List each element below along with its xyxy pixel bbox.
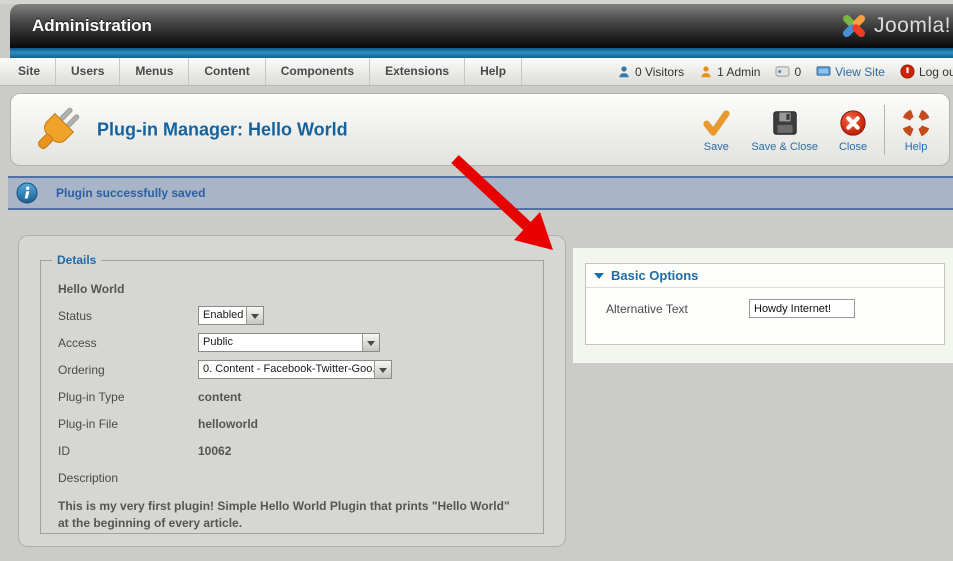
save-button-label: Save — [703, 140, 729, 153]
plugin-type-label: Plug-in Type — [58, 389, 125, 404]
details-legend: Details — [57, 253, 97, 267]
floppy-disk-icon — [772, 110, 797, 135]
page-title: Administration — [32, 16, 152, 35]
plugin-manager-icon — [37, 107, 80, 150]
close-x-icon — [840, 109, 866, 136]
success-message-bar: Plugin successfully saved — [8, 176, 953, 210]
chevron-down-icon — [594, 272, 604, 279]
menu-item-site[interactable]: Site — [3, 58, 57, 85]
toolbar: Plug-in Manager: Hello World Save Save &… — [10, 93, 950, 166]
plugin-name-row: Hello World — [41, 275, 543, 302]
plugin-id-value: 10062 — [198, 443, 232, 458]
log-out-label: Log out — [918, 64, 953, 79]
toolbar-separator — [884, 105, 885, 155]
visitors-person-icon — [619, 65, 629, 77]
menu-item-content[interactable]: Content — [189, 58, 266, 85]
save-and-close-button-label: Save & Close — [751, 140, 818, 153]
log-out-link[interactable]: Log out — [900, 64, 953, 79]
basic-options-header[interactable]: Basic Options — [586, 264, 944, 288]
plugin-file-row: Plug-in File helloworld — [41, 410, 543, 437]
admin-count: 1 Admin — [717, 64, 761, 79]
joomla-admin-page: { "header": { "title": "Administration",… — [0, 0, 953, 561]
messages-status[interactable]: 0 — [775, 65, 801, 79]
access-select[interactable]: Public — [198, 333, 380, 352]
save-button[interactable]: Save — [691, 108, 741, 153]
ordering-row: Ordering 0. Content - Facebook-Twitter-G… — [41, 356, 543, 383]
menu-item-help[interactable]: Help — [465, 58, 523, 85]
main-menubar: Site Users Menus Content Components Exte… — [0, 58, 953, 86]
plugin-type-value: content — [198, 389, 242, 404]
help-lifebuoy-icon — [901, 108, 931, 137]
description-label: Description — [58, 470, 119, 485]
success-message-text: Plugin successfully saved — [56, 186, 206, 200]
visitors-count: 0 Visitors — [634, 64, 685, 79]
details-fieldset: Details Hello World Status Enabled Acces… — [40, 253, 544, 534]
close-button-label: Close — [838, 140, 868, 153]
joomla-logo: Joomla! — [839, 11, 951, 41]
status-select-value: Enabled — [203, 309, 244, 321]
save-check-icon — [703, 109, 730, 136]
statusbar: 0 Visitors 1 Admin 0 View Site Log ou — [602, 58, 953, 85]
basic-options-title: Basic Options — [611, 268, 699, 283]
alternative-text-row: Alternative Text — [586, 299, 944, 318]
alternative-text-input[interactable] — [749, 299, 855, 318]
info-icon — [16, 182, 38, 204]
plugin-file-label: Plug-in File — [58, 416, 119, 431]
access-select-arrow-icon[interactable] — [362, 334, 379, 351]
admin-status: 1 Admin — [699, 65, 760, 79]
help-button-label: Help — [904, 140, 928, 153]
admin-person-icon — [701, 65, 711, 77]
ordering-select-arrow-icon[interactable] — [374, 361, 391, 378]
plugin-type-row: Plug-in Type content — [41, 383, 543, 410]
joomla-logo-text: Joomla! — [873, 14, 951, 37]
view-site-link[interactable]: View Site — [816, 65, 885, 79]
header-blue-bar — [10, 48, 953, 58]
messages-count: 0 — [794, 64, 802, 79]
menu-item-users[interactable]: Users — [56, 58, 121, 85]
menu-item-menus[interactable]: Menus — [120, 58, 190, 85]
status-row: Status Enabled — [41, 302, 543, 329]
plugin-file-value: helloworld — [198, 416, 258, 431]
view-site-monitor-icon — [816, 66, 831, 76]
log-out-icon — [900, 64, 915, 79]
help-button[interactable]: Help — [891, 108, 941, 153]
status-label: Status — [58, 308, 93, 323]
alternative-text-label: Alternative Text — [606, 301, 688, 316]
details-panel: Details Hello World Status Enabled Acces… — [18, 235, 566, 547]
status-select[interactable]: Enabled — [198, 306, 264, 325]
visitors-status: 0 Visitors — [617, 65, 684, 79]
access-label: Access — [58, 335, 97, 350]
options-pane: Basic Options Alternative Text — [573, 248, 953, 363]
plugin-id-label: ID — [58, 443, 70, 458]
access-select-value: Public — [203, 336, 233, 348]
ordering-select[interactable]: 0. Content - Facebook-Twitter-Goo... — [198, 360, 392, 379]
basic-options-panel: Basic Options Alternative Text — [585, 263, 945, 345]
toolbar-title: Plug-in Manager: Hello World — [97, 119, 348, 139]
menu-item-extensions[interactable]: Extensions — [370, 58, 466, 85]
save-and-close-button[interactable]: Save & Close — [741, 108, 828, 153]
admin-header: Administration Joomla! — [10, 4, 953, 48]
toolbar-buttons: Save Save & Close Close Help — [691, 103, 941, 157]
view-site-label: View Site — [835, 64, 885, 79]
messages-icon — [775, 66, 790, 77]
status-select-arrow-icon[interactable] — [246, 307, 263, 324]
ordering-label: Ordering — [58, 362, 105, 377]
description-label-row: Description — [41, 464, 543, 491]
menu-item-components[interactable]: Components — [266, 58, 371, 85]
access-row: Access Public — [41, 329, 543, 356]
description-text: This is my very first plugin! Simple Hel… — [58, 499, 510, 531]
ordering-select-value: 0. Content - Facebook-Twitter-Goo... — [203, 363, 374, 375]
joomla-logo-icon — [842, 14, 866, 38]
close-button[interactable]: Close — [828, 108, 878, 153]
plugin-name: Hello World — [58, 281, 125, 296]
plugin-id-row: ID 10062 — [41, 437, 543, 464]
